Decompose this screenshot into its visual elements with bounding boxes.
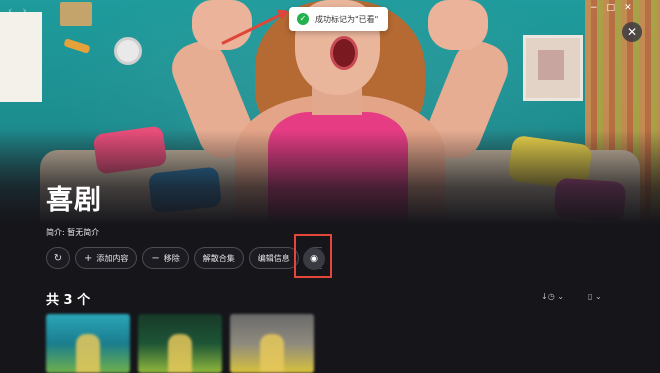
- watched-icon: ◉: [310, 254, 318, 264]
- minus-icon: −: [151, 252, 160, 264]
- view-mode-button[interactable]: ▯ ⌄: [588, 292, 602, 301]
- refresh-button[interactable]: ↻: [46, 247, 70, 269]
- poster-card[interactable]: [138, 314, 222, 373]
- poster-grid: [46, 314, 314, 373]
- action-bar: ↻ + 添加内容 − 移除 解散合集 编辑信息 ○: [46, 247, 322, 269]
- left-door: [0, 12, 42, 102]
- add-content-label: 添加内容: [96, 253, 129, 263]
- item-count: 共 3 个: [46, 293, 91, 308]
- view-mode-icon: ▯ ⌄: [588, 292, 602, 301]
- collection-intro: 简介: 暂无简介: [46, 227, 99, 238]
- wall-clock: [114, 37, 142, 65]
- maximize-icon[interactable]: □: [607, 3, 616, 13]
- refresh-icon: ↻: [53, 252, 63, 264]
- poster-figure: [260, 334, 284, 373]
- plus-icon: +: [84, 252, 93, 264]
- nav-arrows: ‹ ›: [8, 4, 27, 17]
- remove-button[interactable]: − 移除: [142, 247, 189, 269]
- add-content-button[interactable]: + 添加内容: [75, 247, 138, 269]
- disband-label: 解散合集: [202, 253, 235, 263]
- close-window-icon[interactable]: ✕: [624, 3, 632, 13]
- edit-info-button[interactable]: 编辑信息: [248, 247, 299, 269]
- poster-card[interactable]: [46, 314, 130, 373]
- edit-info-label: 编辑信息: [257, 253, 290, 263]
- remove-label: 移除: [163, 253, 180, 263]
- close-icon[interactable]: ✕: [622, 22, 642, 42]
- intro-value: 暂无简介: [67, 228, 100, 237]
- chevron-right-icon[interactable]: ›: [22, 4, 26, 17]
- poster-figure: [168, 334, 192, 373]
- poster-card[interactable]: [230, 314, 314, 373]
- wall-frame: [523, 35, 583, 101]
- minimize-icon[interactable]: −: [590, 3, 598, 13]
- toast-notification: ✓ 成功标记为"已看": [289, 7, 389, 31]
- intro-label: 简介:: [46, 228, 65, 237]
- window-controls: − □ ✕: [590, 3, 632, 13]
- wall-shelf: [60, 2, 92, 26]
- chevron-left-icon[interactable]: ‹: [8, 4, 12, 17]
- sort-icon: ↓◷ ⌄: [541, 292, 564, 301]
- toast-message: 成功标记为"已看": [315, 14, 379, 24]
- collection-title: 喜剧: [46, 185, 102, 216]
- poster-figure: [76, 334, 100, 373]
- mark-watched-button[interactable]: ◉: [303, 248, 325, 270]
- check-icon: ✓: [297, 13, 309, 25]
- sort-button[interactable]: ↓◷ ⌄: [541, 292, 564, 301]
- person-mouth: [330, 36, 358, 70]
- person-hand-right: [428, 0, 488, 50]
- disband-button[interactable]: 解散合集: [193, 247, 244, 269]
